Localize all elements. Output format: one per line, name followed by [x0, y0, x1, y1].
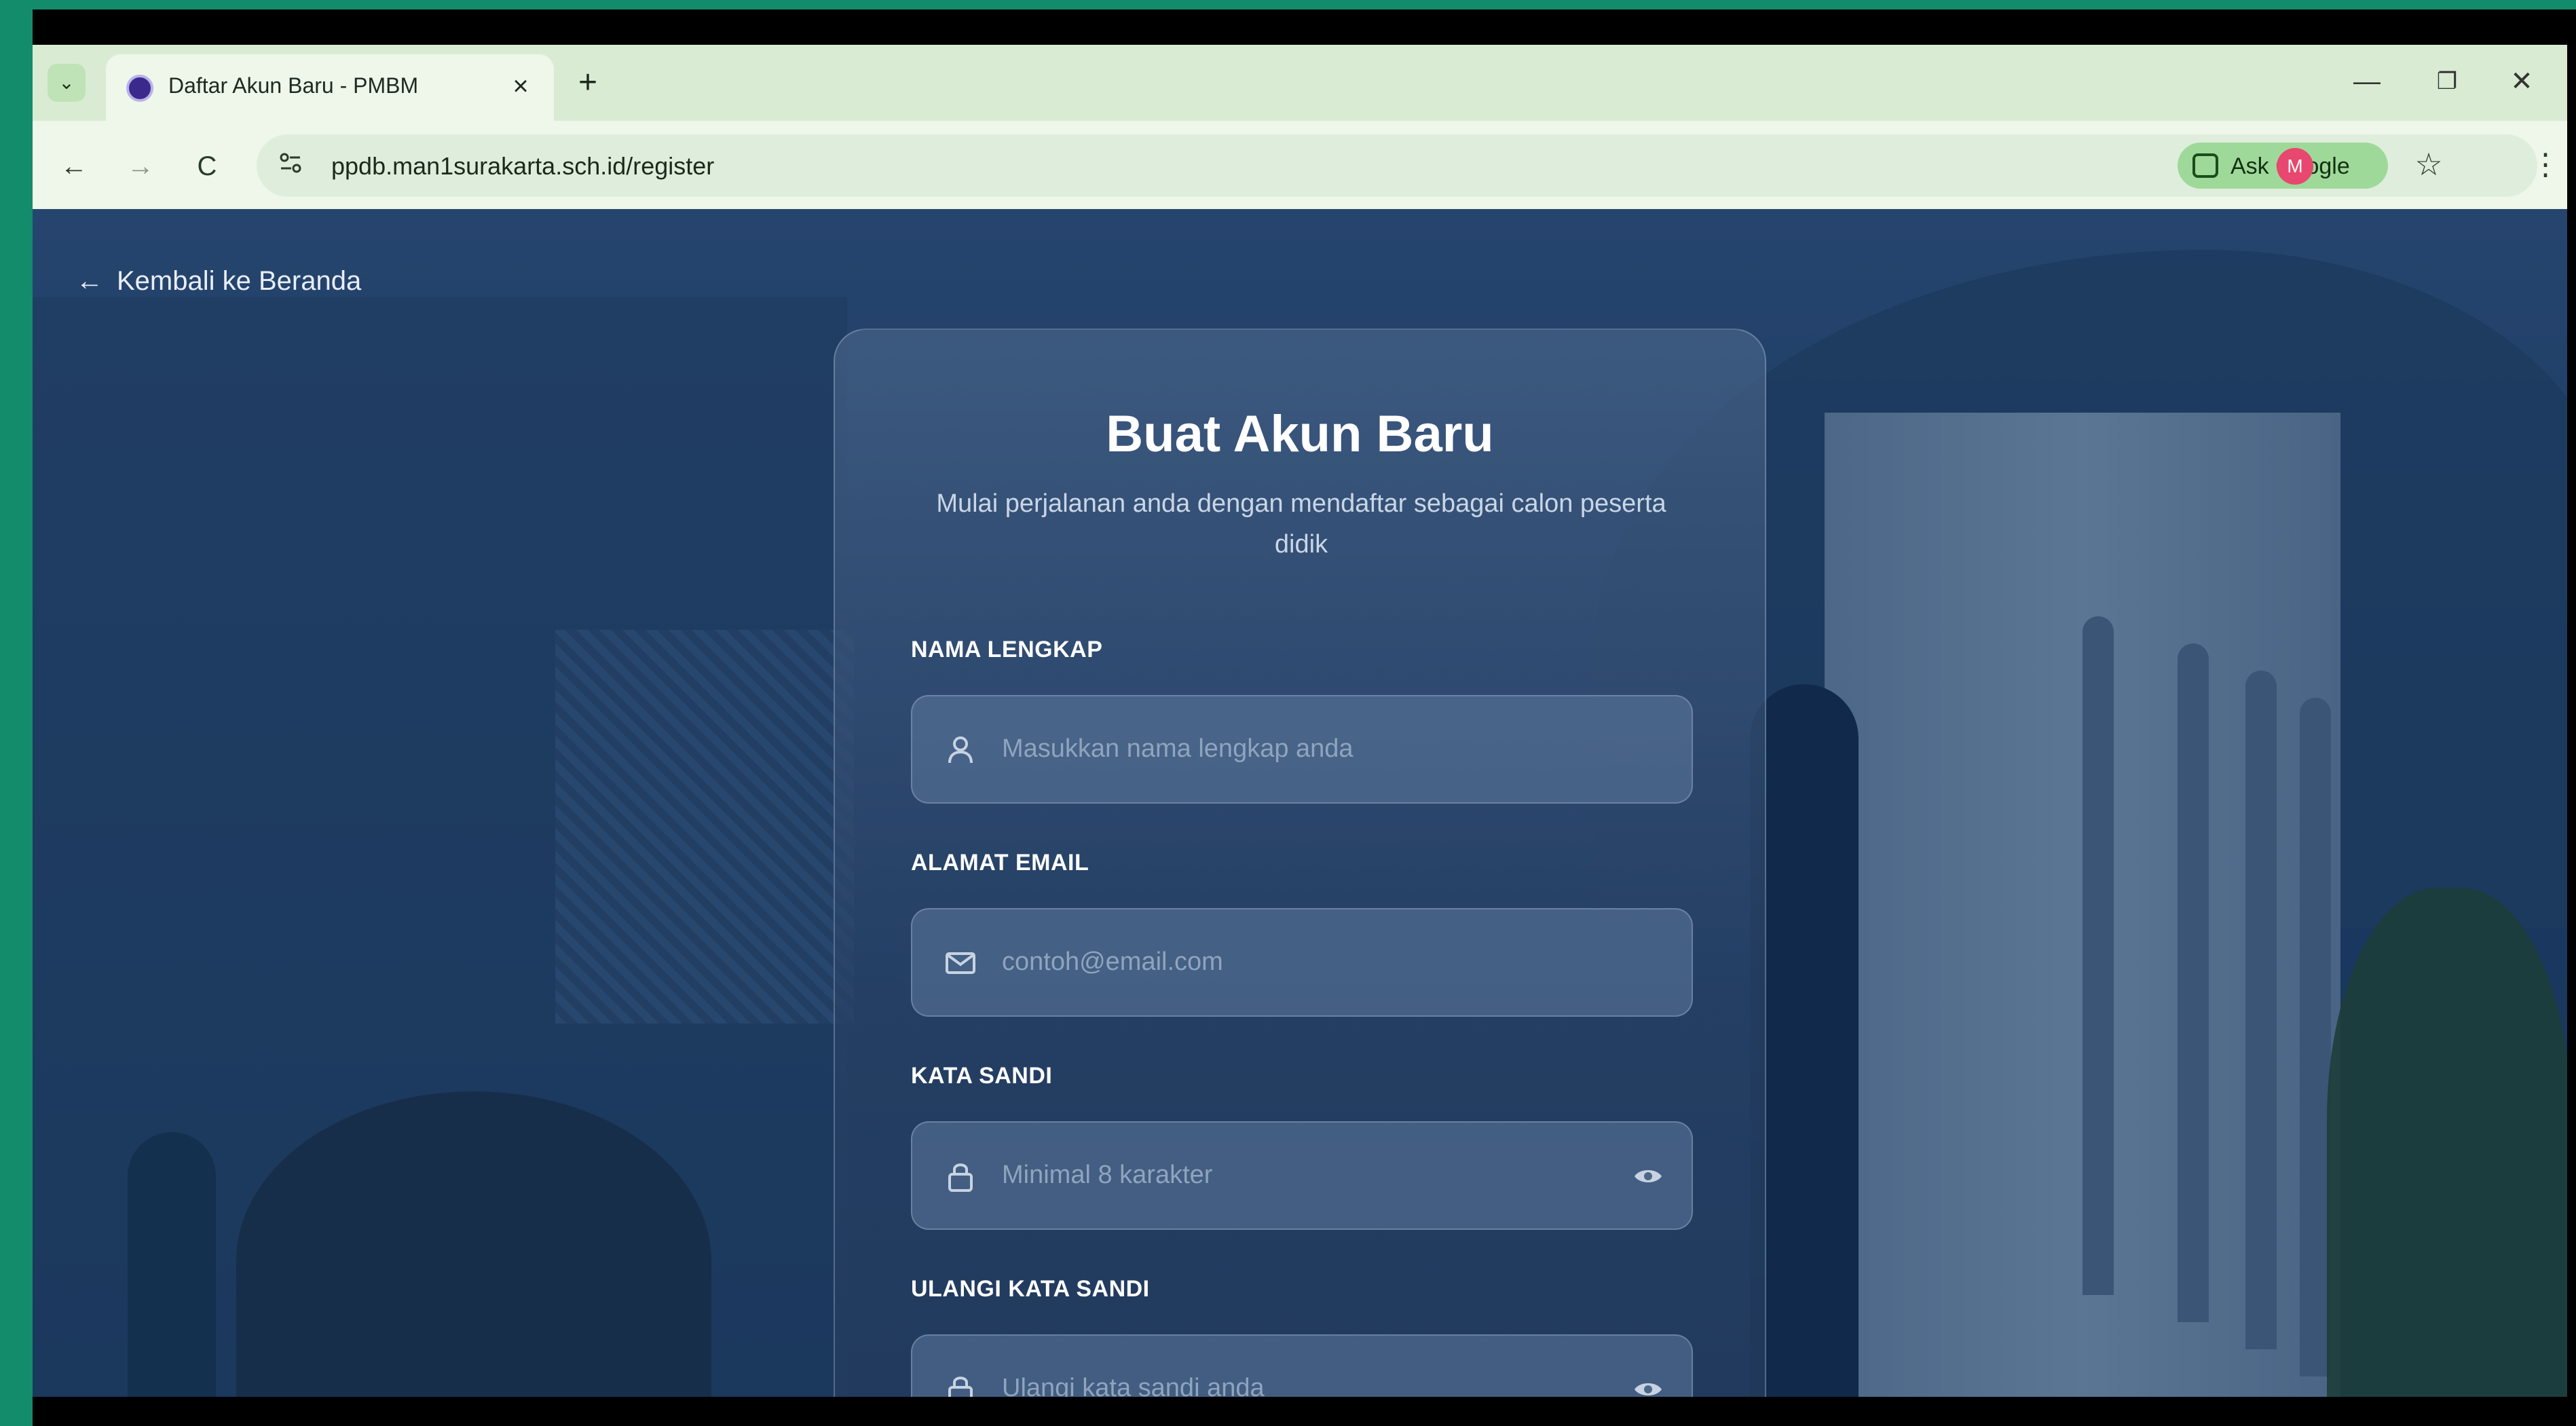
new-tab-button[interactable]: + — [569, 65, 607, 103]
password-field[interactable]: Minimal 8 karakter — [911, 1121, 1693, 1230]
back-to-home-link[interactable]: ← Kembali ke Beranda — [76, 266, 361, 297]
screen-frame-bottom — [33, 1397, 2576, 1426]
background-arch-column — [2245, 671, 2277, 1349]
background-building — [1825, 413, 2340, 1397]
page-subtitle: Mulai perjalanan anda dengan mendaftar s… — [936, 489, 1666, 559]
tab-strip: ⌄ Daftar Akun Baru - PMBM × + — ❐ ✕ — [33, 45, 2567, 121]
mail-icon — [946, 952, 975, 974]
lock-icon — [948, 1163, 973, 1192]
site-favicon-icon — [126, 75, 153, 102]
lock-icon — [948, 1376, 973, 1397]
close-window-button[interactable]: ✕ — [2498, 61, 2545, 102]
confirm-password-label: ULANGI KATA SANDI — [911, 1276, 1150, 1302]
page-title: Buat Akun Baru — [1106, 405, 1494, 463]
screen-frame-right — [2567, 10, 2576, 1426]
background-arch-column — [2083, 616, 2114, 1295]
email-placeholder: contoh@email.com — [1002, 947, 1223, 976]
background-tree-right — [2327, 888, 2567, 1397]
confirm-password-placeholder: Ulangi kata sandi anda — [1002, 1374, 1265, 1397]
google-lens-icon — [2192, 153, 2218, 178]
eye-icon[interactable] — [1633, 1379, 1663, 1397]
tab-title: Daftar Akun Baru - PMBM — [168, 73, 419, 98]
page-content: ← Kembali ke Beranda Buat Akun Baru Mulai… — [33, 209, 2567, 1397]
arrow-left-icon: ← — [76, 266, 103, 296]
password-placeholder: Minimal 8 karakter — [1002, 1161, 1213, 1189]
background-arch — [128, 1132, 216, 1397]
forward-button[interactable]: → — [122, 148, 159, 185]
back-link-label: Kembali ke Beranda — [117, 266, 362, 296]
browser-window: ⌄ Daftar Akun Baru - PMBM × + — ❐ ✕ ← → … — [33, 45, 2567, 1397]
active-tab[interactable]: Daftar Akun Baru - PMBM × — [106, 54, 554, 121]
email-label: ALAMAT EMAIL — [911, 850, 1089, 876]
confirm-password-field[interactable]: Ulangi kata sandi anda — [911, 1334, 1693, 1397]
site-settings-icon[interactable] — [274, 149, 307, 182]
email-field[interactable]: contoh@email.com — [911, 908, 1693, 1017]
background-arch-column — [2178, 643, 2209, 1322]
address-bar[interactable]: ppdb.man1surakarta.sch.id/register Ask G… — [257, 134, 2537, 197]
full-name-placeholder: Masukkan nama lengkap anda — [1002, 734, 1354, 763]
restore-button[interactable]: ❐ — [2423, 61, 2471, 102]
user-icon — [948, 736, 973, 764]
browser-menu-icon[interactable]: ⋮ — [2531, 148, 2560, 185]
eye-icon[interactable] — [1633, 1166, 1663, 1186]
full-name-label: NAMA LENGKAP — [911, 637, 1103, 662]
screen-frame-top — [33, 10, 2576, 45]
profile-avatar[interactable]: M — [2277, 148, 2313, 185]
register-card: Buat Akun Baru Mulai perjalanan anda den… — [834, 329, 1766, 1397]
bookmark-star-icon[interactable]: ☆ — [2408, 144, 2449, 185]
background-dark-arch — [1750, 684, 1859, 1397]
back-button[interactable]: ← — [56, 148, 92, 185]
tab-search-button[interactable]: ⌄ — [48, 64, 86, 102]
browser-toolbar: ← → C ppdb.man1surakarta.sch.id/register… — [33, 121, 2567, 209]
tab-close-icon[interactable]: × — [504, 69, 538, 103]
full-name-input[interactable]: Masukkan nama lengkap anda — [911, 695, 1693, 804]
url-text[interactable]: ppdb.man1surakarta.sch.id/register — [331, 152, 714, 181]
reload-button[interactable]: C — [189, 148, 225, 185]
minimize-button[interactable]: — — [2343, 61, 2391, 102]
password-label: KATA SANDI — [911, 1063, 1053, 1089]
background-ornament-screen — [555, 630, 854, 1024]
